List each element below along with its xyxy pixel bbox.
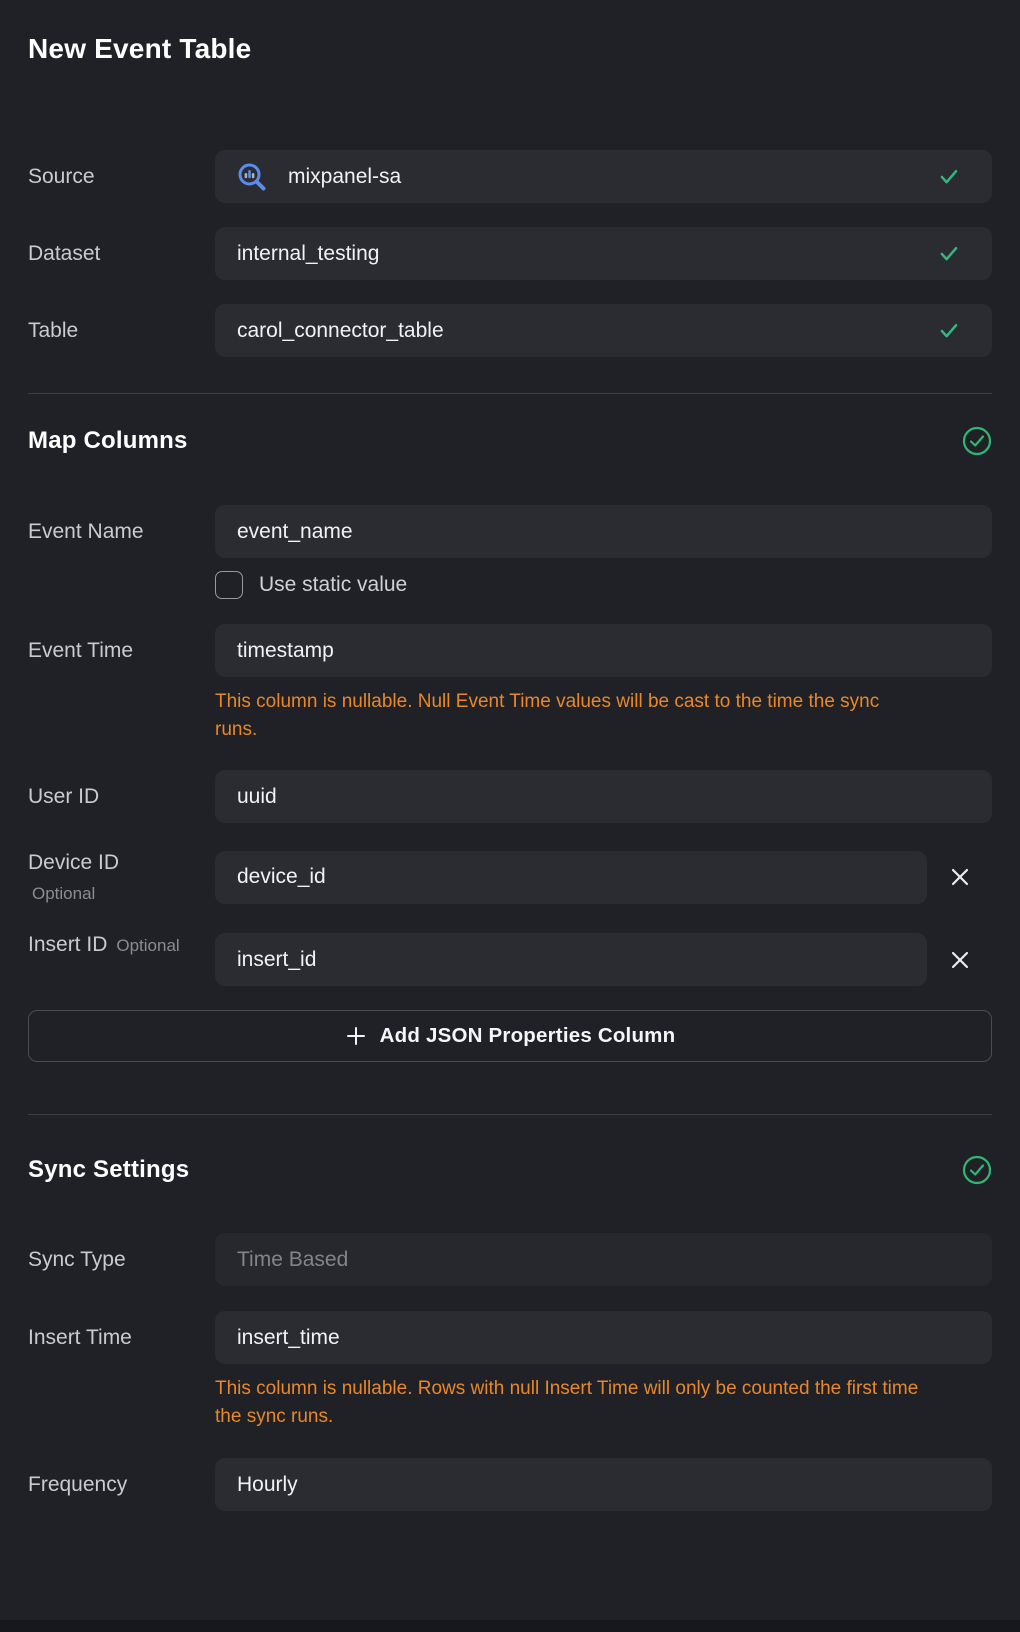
frequency-label: Frequency bbox=[28, 1458, 215, 1511]
add-json-properties-column-label: Add JSON Properties Column bbox=[380, 1024, 676, 1048]
device-id-value: device_id bbox=[237, 865, 909, 889]
bottom-edge-strip bbox=[0, 1620, 1020, 1632]
dataset-row: Dataset internal_testing bbox=[28, 227, 992, 280]
event-name-value: event_name bbox=[237, 520, 974, 544]
section-divider bbox=[28, 1114, 992, 1115]
insert-time-value: insert_time bbox=[237, 1326, 974, 1350]
map-columns-heading: Map Columns bbox=[28, 427, 188, 455]
event-name-row: Event Name event_name bbox=[28, 505, 992, 558]
insert-time-label: Insert Time bbox=[28, 1311, 215, 1364]
dataset-value: internal_testing bbox=[237, 242, 939, 266]
insert-id-select[interactable]: insert_id bbox=[215, 933, 927, 986]
event-time-select[interactable]: timestamp bbox=[215, 624, 992, 677]
valid-check-icon bbox=[939, 243, 960, 264]
device-id-label-group: Device ID Optional bbox=[28, 850, 215, 904]
source-row: Source mixpanel-sa bbox=[28, 150, 992, 203]
valid-check-icon bbox=[939, 166, 960, 187]
source-label: Source bbox=[28, 150, 215, 203]
device-id-label: Device ID bbox=[28, 851, 215, 875]
insert-id-row: Insert ID Optional insert_id bbox=[28, 933, 992, 986]
use-static-value-row: Use static value bbox=[215, 570, 992, 599]
insert-id-label: Insert ID bbox=[28, 933, 107, 957]
frequency-row: Frequency Hourly bbox=[28, 1458, 992, 1511]
sync-settings-header: Sync Settings bbox=[28, 1155, 992, 1185]
device-id-row: Device ID Optional device_id bbox=[28, 850, 992, 904]
sync-type-select: Time Based bbox=[215, 1233, 992, 1286]
event-time-value: timestamp bbox=[237, 639, 974, 663]
event-time-row: Event Time timestamp bbox=[28, 624, 992, 677]
table-row: Table carol_connector_table bbox=[28, 304, 992, 357]
page-title: New Event Table bbox=[28, 33, 992, 65]
insert-id-value: insert_id bbox=[237, 948, 909, 972]
close-icon bbox=[949, 866, 971, 888]
frequency-select[interactable]: Hourly bbox=[215, 1458, 992, 1511]
frequency-value: Hourly bbox=[237, 1473, 974, 1497]
add-json-properties-column-button[interactable]: Add JSON Properties Column bbox=[28, 1010, 992, 1062]
valid-check-icon bbox=[939, 320, 960, 341]
table-label: Table bbox=[28, 304, 215, 357]
sync-settings-heading: Sync Settings bbox=[28, 1156, 189, 1184]
sync-type-value: Time Based bbox=[237, 1248, 974, 1272]
dataset-label: Dataset bbox=[28, 227, 215, 280]
map-columns-header: Map Columns bbox=[28, 426, 992, 456]
event-name-select[interactable]: event_name bbox=[215, 505, 992, 558]
event-time-nullable-warning: This column is nullable. Null Event Time… bbox=[215, 688, 921, 744]
table-select[interactable]: carol_connector_table bbox=[215, 304, 992, 357]
section-complete-icon bbox=[962, 426, 992, 456]
table-value: carol_connector_table bbox=[237, 319, 939, 343]
sync-type-label: Sync Type bbox=[28, 1233, 215, 1286]
insert-time-nullable-warning: This column is nullable. Rows with null … bbox=[215, 1375, 927, 1431]
new-event-table-form: New Event Table Source mixpanel-sa Datas… bbox=[0, 0, 1020, 1511]
use-static-value-label: Use static value bbox=[259, 573, 407, 597]
event-time-label: Event Time bbox=[28, 624, 215, 677]
insert-id-optional-label: Optional bbox=[116, 936, 179, 956]
device-id-optional-label: Optional bbox=[32, 884, 215, 904]
device-id-remove-button[interactable] bbox=[927, 851, 992, 904]
event-name-label: Event Name bbox=[28, 505, 215, 558]
insert-time-row: Insert Time insert_time bbox=[28, 1311, 992, 1364]
source-value: mixpanel-sa bbox=[288, 165, 939, 189]
use-static-value-checkbox[interactable] bbox=[215, 571, 243, 599]
sync-type-row: Sync Type Time Based bbox=[28, 1233, 992, 1286]
close-icon bbox=[949, 949, 971, 971]
device-id-select[interactable]: device_id bbox=[215, 851, 927, 904]
insert-time-select[interactable]: insert_time bbox=[215, 1311, 992, 1364]
insert-id-remove-button[interactable] bbox=[927, 933, 992, 986]
section-divider bbox=[28, 393, 992, 394]
dataset-select[interactable]: internal_testing bbox=[215, 227, 992, 280]
user-id-row: User ID uuid bbox=[28, 770, 992, 823]
plus-icon bbox=[345, 1025, 367, 1047]
user-id-label: User ID bbox=[28, 770, 215, 823]
insert-id-label-group: Insert ID Optional bbox=[28, 933, 215, 986]
user-id-value: uuid bbox=[237, 785, 974, 809]
section-complete-icon bbox=[962, 1155, 992, 1185]
user-id-select[interactable]: uuid bbox=[215, 770, 992, 823]
source-select[interactable]: mixpanel-sa bbox=[215, 150, 992, 203]
mixpanel-logo-icon bbox=[237, 162, 267, 192]
